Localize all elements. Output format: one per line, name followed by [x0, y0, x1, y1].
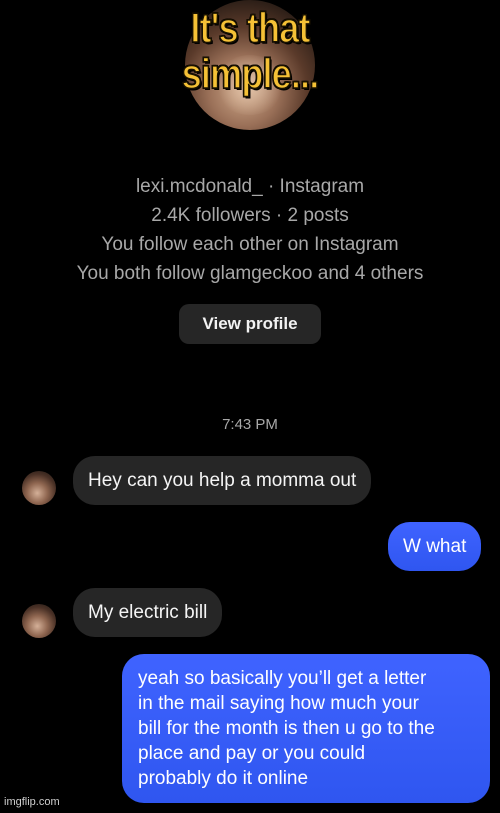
message-text: My electric bill — [88, 602, 208, 623]
profile-title: lexi.mcdonald_ · Instagram — [135, 176, 365, 197]
profile-stats: 2.4K followers · 2 posts — [151, 205, 349, 226]
mutual-follows: You both follow glamgeckoo and 4 others — [76, 263, 424, 284]
message-bubble-outgoing[interactable]: yeah so basically you’ll get a letter in… — [122, 654, 490, 803]
sender-avatar[interactable] — [22, 471, 56, 505]
message-text-line: place and pay or you could — [138, 743, 366, 764]
follow-status: You follow each other on Instagram — [101, 234, 399, 255]
meme-caption: It's that simple... — [35, 4, 465, 98]
message-text: W what — [403, 536, 467, 557]
message-text-line: in the mail saying how much your — [138, 693, 419, 714]
message-text-line: bill for the month is then u go to the — [138, 718, 435, 739]
sender-avatar[interactable] — [22, 604, 56, 638]
message-bubble-outgoing[interactable]: W what — [388, 522, 482, 571]
message-text: Hey can you help a momma out — [88, 470, 357, 491]
message-text-line: yeah so basically you’ll get a letter — [138, 668, 427, 689]
imgflip-watermark: imgflip.com — [4, 796, 60, 808]
profile-info: lexi.mcdonald_ · Instagram 2.4K follower… — [0, 172, 500, 288]
message-text-line: probably do it online — [138, 768, 309, 789]
message-bubble-incoming[interactable]: My electric bill — [73, 588, 223, 637]
meme-caption-line-1: It's that — [190, 4, 311, 52]
view-profile-button[interactable]: View profile — [179, 304, 321, 344]
message-timestamp: 7:43 PM — [222, 416, 278, 433]
meme-caption-line-2: simple... — [181, 50, 320, 98]
message-bubble-incoming[interactable]: Hey can you help a momma out — [73, 456, 372, 505]
